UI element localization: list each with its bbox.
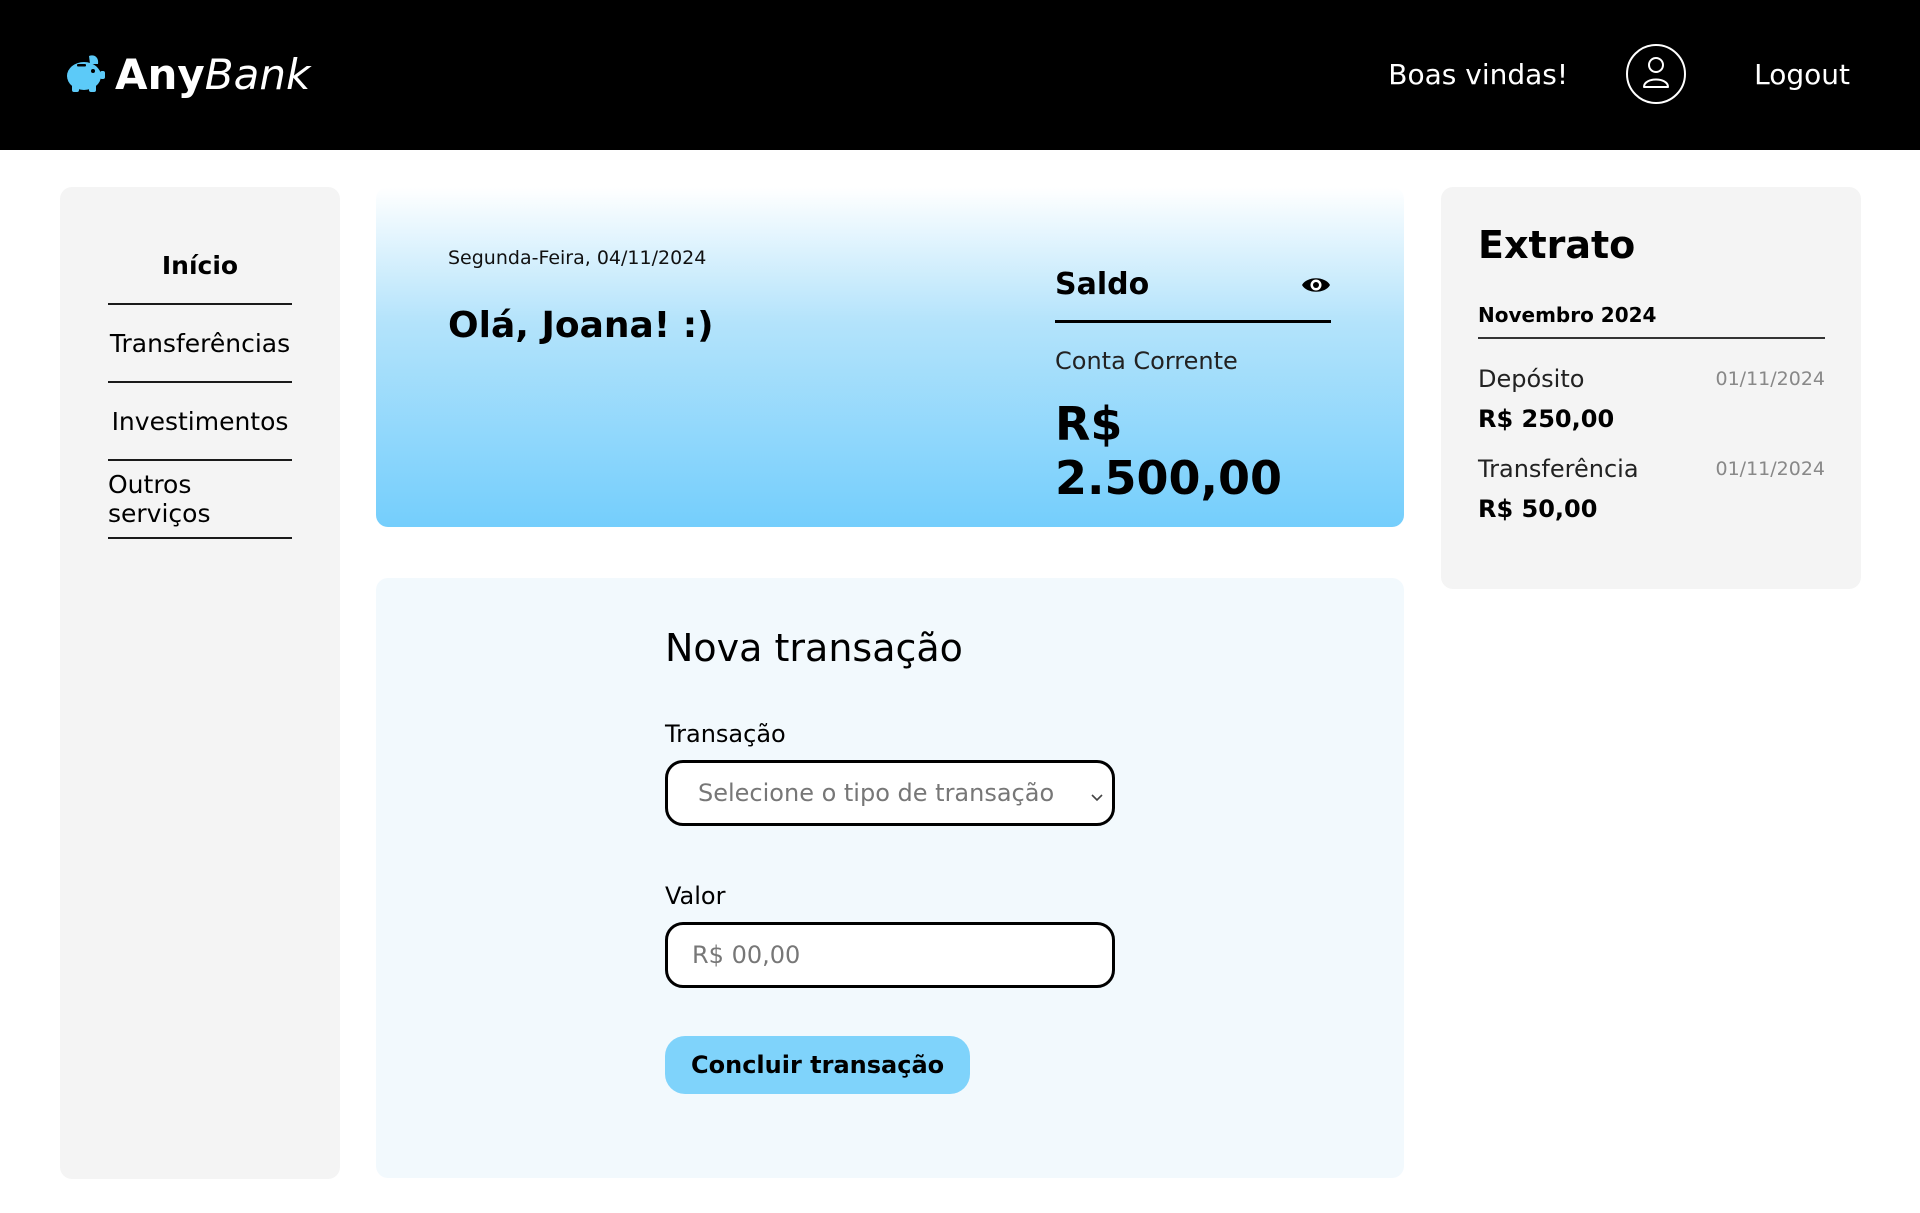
transaction-type-label: Transação xyxy=(665,720,786,748)
welcome-text: Boas vindas! xyxy=(1388,57,1569,91)
transaction-form: Nova transação Transação Selecione o tip… xyxy=(665,626,1115,1094)
statement-title: Extrato xyxy=(1478,223,1636,267)
sidebar-nav: Início Transferências Investimentos Outr… xyxy=(108,227,292,539)
entry-amount: R$ 50,00 xyxy=(1478,495,1598,523)
account-type: Conta Corrente xyxy=(1055,347,1238,375)
submit-transaction-button[interactable]: Concluir transação xyxy=(665,1036,971,1094)
balance-card: Segunda-Feira, 04/11/2024 Olá, Joana! :)… xyxy=(376,187,1404,527)
transaction-value-field xyxy=(665,922,1115,988)
brand-name-bold: Any xyxy=(115,50,205,99)
top-header: AnyBank Boas vindas! Logout xyxy=(0,0,1920,150)
eye-icon[interactable] xyxy=(1301,274,1331,296)
balance-value: R$ 2.500,00 xyxy=(1055,397,1282,505)
new-transaction-card: Nova transação Transação Selecione o tip… xyxy=(376,578,1404,1178)
brand-name-light: Bank xyxy=(204,50,311,99)
logout-link[interactable]: Logout xyxy=(1754,58,1850,91)
statement-card: Extrato Novembro 2024 Depósito 01/11/202… xyxy=(1441,187,1861,589)
transaction-value-input[interactable] xyxy=(692,941,1092,969)
header-actions: Boas vindas! Logout xyxy=(1388,44,1850,104)
user-avatar-button[interactable] xyxy=(1626,44,1687,104)
statement-list: Depósito 01/11/2024 R$ 250,00 Transferên… xyxy=(1478,365,1825,545)
entry-type: Transferência xyxy=(1478,455,1639,483)
brand-name: AnyBank xyxy=(115,50,310,99)
statement-entry: Depósito 01/11/2024 R$ 250,00 xyxy=(1478,365,1825,433)
current-date: Segunda-Feira, 04/11/2024 xyxy=(448,247,707,269)
balance-block: Saldo Conta Corrente R$ 2.500,00 xyxy=(1055,267,1331,505)
sidebar-item-investimentos[interactable]: Investimentos xyxy=(108,383,292,461)
sidebar-item-outros-servicos[interactable]: Outros serviços xyxy=(108,461,292,539)
statement-entry: Transferência 01/11/2024 R$ 50,00 xyxy=(1478,455,1825,523)
entry-amount: R$ 250,00 xyxy=(1478,405,1615,433)
sidebar-item-transferencias[interactable]: Transferências xyxy=(108,305,292,383)
greeting: Olá, Joana! :) xyxy=(448,305,714,346)
piggy-bank-icon xyxy=(63,53,105,97)
transaction-title: Nova transação xyxy=(665,626,963,670)
entry-date: 01/11/2024 xyxy=(1715,458,1825,480)
balance-title: Saldo xyxy=(1055,267,1150,302)
sidebar-item-inicio[interactable]: Início xyxy=(108,227,292,305)
transaction-type-select[interactable]: Selecione o tipo de transação xyxy=(665,760,1115,826)
statement-entry-header: Transferência 01/11/2024 xyxy=(1478,455,1825,483)
balance-header: Saldo xyxy=(1055,267,1331,323)
entry-date: 01/11/2024 xyxy=(1715,368,1825,390)
statement-entry-header: Depósito 01/11/2024 xyxy=(1478,365,1825,393)
sidebar: Início Transferências Investimentos Outr… xyxy=(60,187,340,1179)
statement-month: Novembro 2024 xyxy=(1478,303,1825,339)
transaction-value-label: Valor xyxy=(665,882,726,910)
entry-type: Depósito xyxy=(1478,365,1585,393)
brand-logo[interactable]: AnyBank xyxy=(63,50,310,99)
chevron-down-icon xyxy=(1090,788,1104,807)
user-icon xyxy=(1641,55,1671,93)
transaction-type-placeholder: Selecione o tipo de transação xyxy=(698,779,1055,807)
